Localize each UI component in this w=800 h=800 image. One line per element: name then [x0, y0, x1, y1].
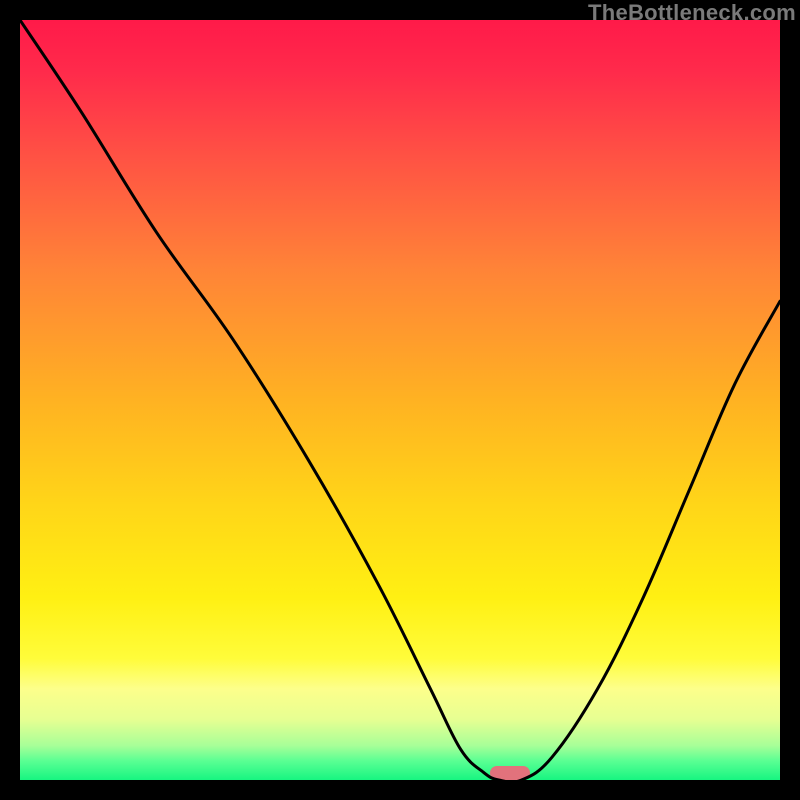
- chart-gradient-background: [20, 20, 780, 780]
- chart-frame: [20, 20, 780, 780]
- optimal-marker: [490, 766, 530, 780]
